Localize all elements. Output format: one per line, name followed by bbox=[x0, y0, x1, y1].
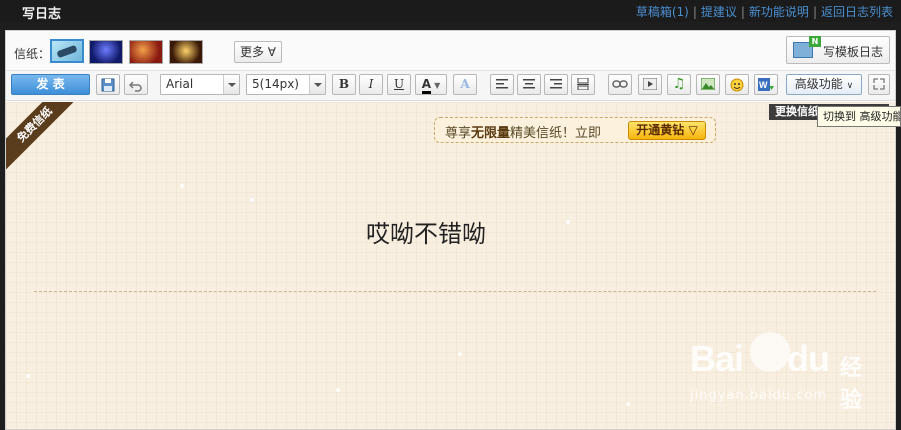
font-family-select[interactable]: Arial bbox=[160, 74, 240, 95]
chevron-down-icon: ∨ bbox=[846, 81, 854, 91]
baidu-watermark: Bai du 经验 jingyan.baidu.com bbox=[690, 338, 863, 413]
sparkle bbox=[566, 220, 570, 224]
free-stationery-ribbon: 免费信纸 bbox=[6, 102, 82, 172]
italic-button[interactable]: I bbox=[359, 74, 383, 95]
sparkle bbox=[180, 184, 184, 188]
align-center-icon[interactable] bbox=[517, 74, 541, 95]
page-title: 写日志 bbox=[22, 7, 62, 22]
top-bar: 写日志 草稿箱(1) | 提建议 | 新功能说明 | 返回日志列表 bbox=[0, 0, 901, 22]
top-links: 草稿箱(1) | 提建议 | 新功能说明 | 返回日志列表 bbox=[635, 5, 893, 19]
template-icon bbox=[793, 36, 821, 58]
editor-content[interactable]: 哎呦不错呦 bbox=[366, 214, 486, 249]
stationery-thumb-1[interactable] bbox=[50, 39, 84, 63]
svg-text:W: W bbox=[759, 80, 768, 90]
promo-banner: 尊享无限量精美信纸！立即 开通黄钻 ▽ bbox=[434, 117, 716, 143]
image-icon[interactable] bbox=[696, 74, 720, 95]
sparkle bbox=[250, 198, 254, 202]
more-stationery-button[interactable]: 更多 ∀ bbox=[234, 41, 282, 63]
advanced-features-button[interactable]: 高级功能 ∨ bbox=[786, 74, 862, 95]
feedback-link[interactable]: 提建议 bbox=[701, 5, 737, 19]
new-features-link[interactable]: 新功能说明 bbox=[749, 5, 809, 19]
font-color-button[interactable]: A ▼ bbox=[415, 74, 447, 95]
stationery-bar: 信纸： 更多 ∀ 写模板日志 bbox=[6, 31, 895, 71]
sparkle bbox=[336, 388, 340, 392]
switch-advanced-tooltip: 切换到 高级功能 bbox=[817, 106, 901, 127]
stationery-thumb-2[interactable] bbox=[89, 40, 123, 64]
fullscreen-icon[interactable] bbox=[868, 74, 890, 95]
chevron-down-icon bbox=[309, 75, 325, 94]
template-log-button[interactable]: 写模板日志 bbox=[786, 36, 890, 64]
divider bbox=[34, 291, 876, 292]
font-size-select[interactable]: 5(14px) bbox=[246, 74, 326, 95]
back-to-list-link[interactable]: 返回日志列表 bbox=[821, 5, 893, 19]
format-toolbar: 发 表 Arial 5(14px) B I U A ▼ A ♫ W 高级功能 ∨ bbox=[6, 71, 895, 101]
align-right-icon[interactable] bbox=[544, 74, 568, 95]
align-left-icon[interactable] bbox=[490, 74, 514, 95]
open-yellow-diamond-button[interactable]: 开通黄钻 ▽ bbox=[628, 121, 706, 140]
music-icon[interactable]: ♫ bbox=[667, 74, 691, 95]
sparkle bbox=[26, 374, 30, 378]
text-effect-icon[interactable]: A bbox=[453, 74, 477, 95]
link-icon[interactable] bbox=[608, 74, 632, 95]
underline-button[interactable]: U bbox=[387, 74, 411, 95]
word-import-icon[interactable]: W bbox=[754, 74, 778, 95]
chevron-down-icon bbox=[223, 75, 239, 94]
drafts-link[interactable]: 草稿箱(1) bbox=[636, 5, 689, 19]
undo-icon[interactable] bbox=[124, 74, 148, 95]
font-color-icon: A bbox=[421, 77, 432, 94]
publish-button[interactable]: 发 表 bbox=[11, 74, 90, 95]
stationery-label: 信纸： bbox=[14, 47, 51, 61]
page-break-icon[interactable] bbox=[571, 74, 595, 95]
stationery-thumb-3[interactable] bbox=[129, 40, 163, 64]
template-label: 写模板日志 bbox=[823, 45, 884, 59]
emoji-icon[interactable] bbox=[725, 74, 749, 95]
sparkle bbox=[626, 402, 630, 406]
bold-button[interactable]: B bbox=[332, 74, 356, 95]
save-icon[interactable] bbox=[96, 74, 120, 95]
sparkle bbox=[458, 352, 462, 356]
stationery-thumb-4[interactable] bbox=[169, 40, 203, 64]
video-icon[interactable] bbox=[638, 74, 662, 95]
